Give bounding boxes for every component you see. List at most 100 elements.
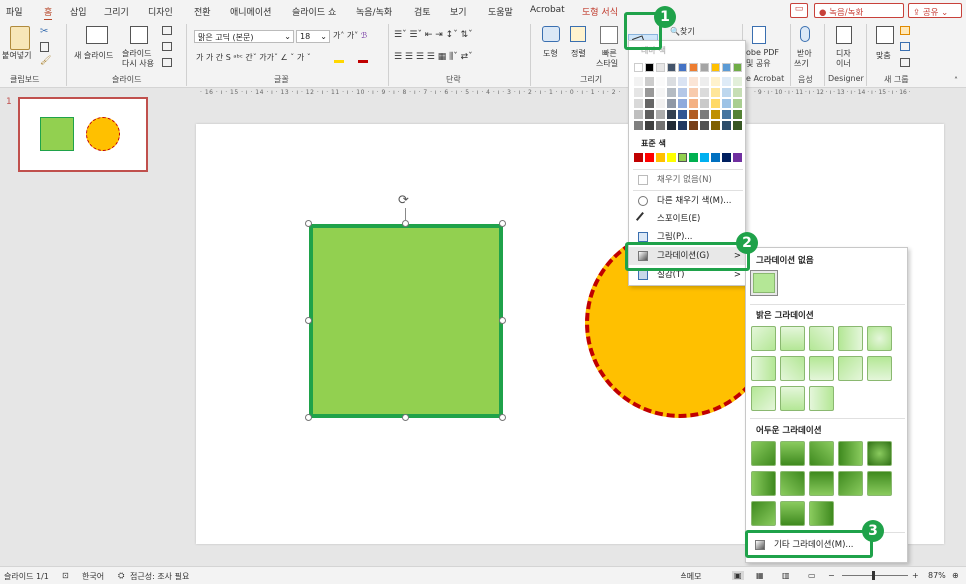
theme-color-shade[interactable] (645, 121, 654, 130)
theme-color-shade[interactable] (656, 110, 665, 119)
menu-tab-8[interactable]: 녹음/녹화 (356, 5, 392, 18)
slideshow-view-icon[interactable]: ▭ (808, 571, 816, 580)
menu-tab-9[interactable]: 검토 (414, 5, 431, 18)
light-gradient-swatch[interactable] (809, 356, 834, 381)
normal-view-icon[interactable]: ▣ (732, 571, 744, 580)
standard-color-swatch[interactable] (678, 153, 687, 162)
standard-color-swatch[interactable] (689, 153, 698, 162)
theme-color-shade[interactable] (733, 121, 742, 130)
standard-color-swatch[interactable] (733, 153, 742, 162)
theme-color-shade[interactable] (667, 77, 676, 86)
dark-gradient-swatch[interactable] (751, 471, 776, 496)
standard-color-swatch[interactable] (656, 153, 665, 162)
format-painter-icon[interactable]: 🖌 (40, 56, 51, 66)
menu-tab-10[interactable]: 보기 (450, 5, 467, 18)
resize-handle[interactable] (402, 220, 409, 227)
theme-color-swatch[interactable] (634, 63, 643, 72)
theme-color-swatch[interactable] (711, 63, 720, 72)
theme-color-shade[interactable] (645, 77, 654, 86)
align-icon[interactable] (876, 26, 894, 44)
paste-label[interactable]: 붙여넣기 (2, 50, 31, 61)
no-gradient-swatch[interactable] (750, 270, 778, 296)
light-gradient-swatch[interactable] (780, 386, 805, 411)
standard-color-swatch[interactable] (645, 153, 654, 162)
comment-icon[interactable]: ▭ (790, 3, 808, 18)
reuse-slides-label2[interactable]: 다시 사용 (122, 58, 154, 69)
theme-color-shade[interactable] (711, 77, 720, 86)
theme-color-shade[interactable] (700, 99, 709, 108)
theme-color-shade[interactable] (700, 77, 709, 86)
dictate-label2[interactable]: 쓰기 (794, 58, 809, 69)
theme-color-shade[interactable] (711, 99, 720, 108)
menu-tab-12[interactable]: Acrobat (530, 5, 565, 15)
theme-color-shade[interactable] (689, 121, 698, 130)
more-colors-item[interactable]: 다른 채우기 색(M)... (629, 192, 745, 210)
font-size-dropdown[interactable]: 18 ⌄ (296, 30, 330, 43)
theme-color-shade[interactable] (634, 77, 643, 86)
font-name-dropdown[interactable]: 맑은 고딕 (본문) ⌄ (194, 30, 294, 43)
rotate-handle-icon[interactable]: ⟳ (398, 193, 409, 208)
light-gradient-swatch[interactable] (838, 326, 863, 351)
section-icon[interactable] (162, 58, 172, 67)
theme-color-swatch[interactable] (689, 63, 698, 72)
theme-color-shade[interactable] (656, 77, 665, 86)
theme-color-shade[interactable] (722, 88, 731, 97)
theme-color-shade[interactable] (667, 110, 676, 119)
theme-color-swatch[interactable] (667, 63, 676, 72)
paragraph-row1[interactable]: ☰ˇ ☰ˇ ⇤ ⇥ ↕ˇ ⇅ˇ (394, 30, 473, 40)
theme-color-swatch[interactable] (678, 63, 687, 72)
dark-gradient-swatch[interactable] (838, 441, 863, 466)
menu-tab-4[interactable]: 디자인 (148, 5, 173, 18)
theme-color-shade[interactable] (733, 99, 742, 108)
sorter-view-icon[interactable]: ▦ (756, 571, 764, 580)
new-slide-label[interactable]: 새 슬라이드 (74, 50, 113, 61)
standard-color-swatch[interactable] (700, 153, 709, 162)
light-gradient-swatch[interactable] (751, 356, 776, 381)
theme-color-shade[interactable] (711, 121, 720, 130)
light-gradient-swatch[interactable] (780, 356, 805, 381)
theme-color-shade[interactable] (656, 88, 665, 97)
light-gradient-swatch[interactable] (751, 386, 776, 411)
arrange-label[interactable]: 정렬 (571, 48, 586, 59)
zoom-level[interactable]: 87% (928, 571, 946, 580)
eyedropper-item[interactable]: 스포이트(E) (629, 210, 745, 228)
zoom-slider[interactable] (842, 571, 908, 580)
green-square-shape[interactable] (309, 224, 503, 418)
theme-color-shade[interactable] (656, 99, 665, 108)
theme-color-shade[interactable] (711, 110, 720, 119)
theme-color-shade[interactable] (689, 77, 698, 86)
light-gradient-swatch[interactable] (838, 356, 863, 381)
designer-label2[interactable]: 이너 (836, 58, 851, 69)
resize-handle[interactable] (499, 414, 506, 421)
resize-handle[interactable] (499, 220, 506, 227)
theme-color-shade[interactable] (722, 110, 731, 119)
zoom-slider-thumb[interactable] (872, 571, 875, 580)
accessibility-label[interactable]: 접근성: 조사 필요 (130, 571, 189, 582)
font-grow-shrink[interactable]: 가˄ 가˅ ℬ (333, 30, 367, 41)
light-gradient-swatch[interactable] (809, 386, 834, 411)
theme-color-swatch[interactable] (656, 63, 665, 72)
new-slide-icon[interactable] (86, 26, 108, 44)
theme-color-shade[interactable] (678, 77, 687, 86)
standard-color-swatch[interactable] (711, 153, 720, 162)
layout-icon[interactable] (162, 26, 172, 35)
resize-handle[interactable] (402, 414, 409, 421)
reading-view-icon[interactable]: ▥ (782, 571, 790, 580)
designer-icon[interactable] (836, 26, 852, 44)
dark-gradient-swatch[interactable] (780, 441, 805, 466)
light-gradient-swatch[interactable] (867, 356, 892, 381)
newgroup-icon-3[interactable] (900, 58, 910, 67)
resize-handle[interactable] (499, 317, 506, 324)
theme-color-shade[interactable] (667, 121, 676, 130)
theme-color-shade[interactable] (634, 88, 643, 97)
slide-thumbnail[interactable] (18, 97, 148, 172)
shape-icon[interactable] (542, 26, 560, 42)
dark-gradient-swatch[interactable] (751, 441, 776, 466)
dark-gradient-swatch[interactable] (867, 471, 892, 496)
menu-tab-6[interactable]: 애니메이션 (230, 5, 271, 18)
menu-tab-13[interactable]: 도형 서식 (582, 5, 618, 18)
language-icon[interactable]: ⊡ (62, 571, 69, 580)
reset-icon[interactable] (162, 42, 172, 51)
dark-gradient-swatch[interactable] (838, 471, 863, 496)
collapse-ribbon-icon[interactable]: ˄ (954, 76, 958, 85)
